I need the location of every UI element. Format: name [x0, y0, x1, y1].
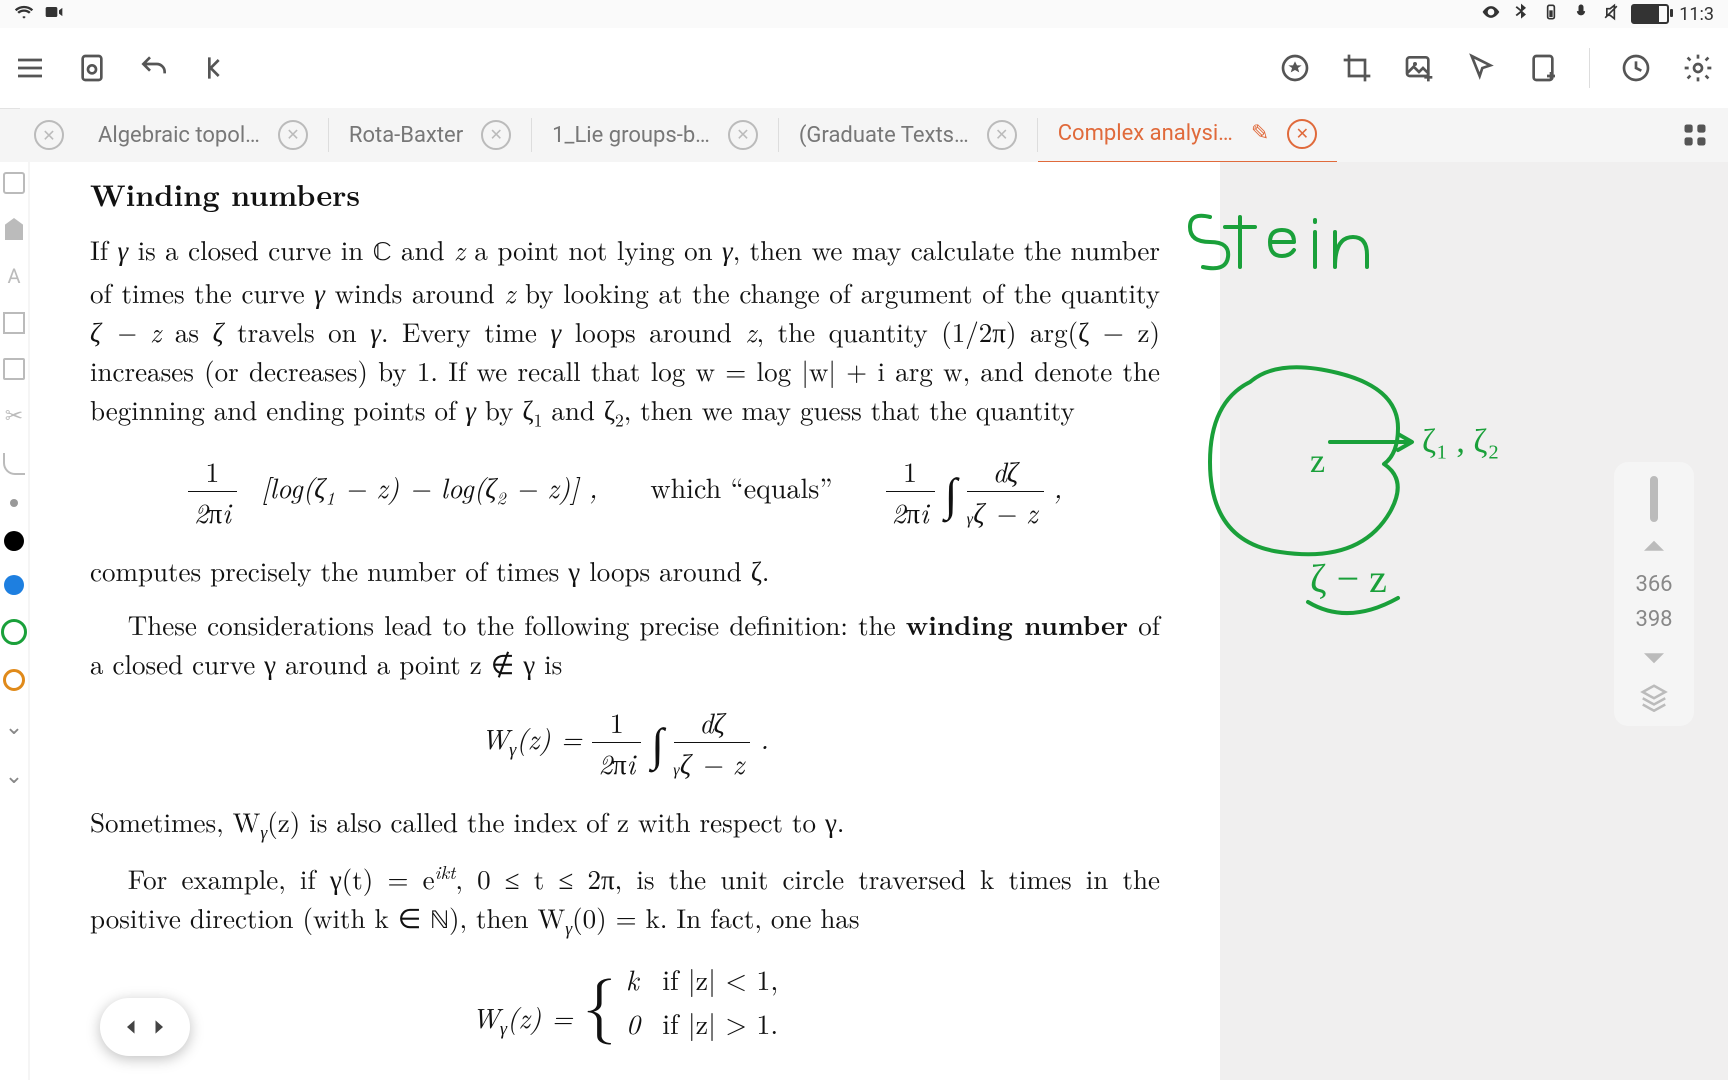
tool-item[interactable]	[3, 172, 25, 194]
color-orange[interactable]	[3, 669, 25, 691]
tab-label: Rota-Baxter	[349, 123, 463, 148]
tool-item[interactable]	[10, 499, 18, 507]
prev-page-icon[interactable]	[122, 1013, 142, 1041]
page-number-next: 398	[1635, 607, 1672, 632]
page-nav-pill[interactable]	[100, 998, 190, 1056]
paragraph: computes precisely the number of times γ…	[90, 551, 1160, 590]
close-icon[interactable]: ✕	[728, 120, 758, 150]
color-black[interactable]	[4, 531, 24, 551]
paragraph: These considerations lead to the followi…	[90, 604, 1160, 683]
tab-label: Complex analysi…	[1058, 121, 1233, 146]
crop-button[interactable]	[1335, 46, 1379, 90]
close-icon[interactable]: ✕	[278, 120, 308, 150]
chevron-up-icon[interactable]	[1639, 532, 1669, 562]
svg-text:ζ₁ , ζ₂: ζ₁ , ζ₂	[1422, 423, 1499, 460]
wifi-icon	[14, 2, 34, 27]
collapse-left-button[interactable]	[194, 46, 238, 90]
tab-label: Algebraic topol…	[98, 123, 260, 148]
battery-icon	[1631, 4, 1669, 24]
color-green-selected[interactable]	[1, 619, 27, 645]
tool-item[interactable]	[3, 312, 25, 334]
close-icon[interactable]: ✕	[1287, 119, 1317, 149]
display-equation-3: Wγ(z) = { kif |z| < 1, 0if |z| > 1.	[90, 959, 1160, 1044]
page-scroll-indicator[interactable]: 366 398	[1614, 462, 1694, 726]
status-bar: 11:3	[0, 0, 1728, 28]
tool-item[interactable]: ⌄	[5, 715, 23, 740]
tool-item[interactable]: A	[7, 264, 20, 288]
insert-image-button[interactable]	[1397, 46, 1441, 90]
layers-icon[interactable]	[1639, 682, 1669, 712]
scroll-thumb[interactable]	[1650, 476, 1658, 522]
tool-item[interactable]	[5, 218, 23, 240]
history-button[interactable]	[1614, 46, 1658, 90]
tab-label: (Graduate Texts…	[799, 123, 969, 148]
battery-small-icon	[1541, 2, 1561, 27]
toolbar-divider	[1589, 48, 1590, 88]
tab-graduate-texts[interactable]: (Graduate Texts… ✕	[779, 108, 1037, 162]
tool-item[interactable]: ✂	[5, 404, 23, 429]
top-toolbar	[0, 28, 1728, 109]
add-page-button[interactable]	[1521, 46, 1565, 90]
eye-icon	[1481, 2, 1501, 27]
chevron-down-icon[interactable]	[1639, 642, 1669, 672]
tab-rota-baxter[interactable]: Rota-Baxter ✕	[329, 108, 531, 162]
tool-item[interactable]: ⌄	[5, 764, 23, 789]
undo-button[interactable]	[132, 46, 176, 90]
pointer-button[interactable]	[1459, 46, 1503, 90]
tool-item[interactable]	[3, 358, 25, 380]
all-tabs-button[interactable]	[1678, 118, 1712, 152]
next-page-icon[interactable]	[148, 1013, 168, 1041]
export-button[interactable]	[70, 46, 114, 90]
menu-button[interactable]	[8, 46, 52, 90]
record-icon	[44, 2, 64, 27]
color-blue[interactable]	[4, 575, 24, 595]
mic-icon	[1571, 2, 1591, 27]
page-number-current: 366	[1635, 572, 1672, 597]
document-viewport[interactable]: Winding numbers If γ is a closed curve i…	[30, 162, 1728, 1080]
tab-lie-groups[interactable]: 1_Lie groups-b… ✕	[532, 108, 778, 162]
tab-strip: ✕ Algebraic topol… ✕ Rota-Baxter ✕ 1_Lie…	[20, 108, 1728, 162]
bluetooth-icon	[1511, 2, 1531, 27]
paragraph: If γ is a closed curve in ℂ and z a poin…	[90, 230, 1160, 433]
close-first-tab-icon[interactable]: ✕	[34, 120, 64, 150]
left-tool-rail: A ✂ ⌄ ⌄	[0, 162, 28, 1080]
paragraph: For example, if γ(t) = eikt, 0 ≤ t ≤ 2π,…	[90, 859, 1160, 941]
tab-label: 1_Lie groups-b…	[552, 123, 710, 148]
paragraph: Sometimes, Wγ(z) is also called the inde…	[90, 802, 1160, 845]
status-time: 11:3	[1679, 4, 1714, 25]
tab-complex-analysis[interactable]: Complex analysi… ✎ ✕	[1038, 107, 1338, 164]
display-equation-1: 12πi [log(ζ1 − z) − log(ζ2 − z)] , which…	[90, 451, 1160, 533]
pdf-page: Winding numbers If γ is a closed curve i…	[30, 162, 1220, 1080]
edit-icon: ✎	[1251, 121, 1269, 146]
display-equation-2: Wγ(z) = 12πi ∫γ dζζ − z .	[90, 702, 1160, 784]
tab-algebraic-topology[interactable]: Algebraic topol… ✕	[78, 108, 328, 162]
close-icon[interactable]: ✕	[481, 120, 511, 150]
settings-button[interactable]	[1676, 46, 1720, 90]
tool-item[interactable]	[3, 453, 25, 475]
mute-icon	[1601, 2, 1621, 27]
favorite-button[interactable]	[1273, 46, 1317, 90]
svg-text:ζ − z: ζ − z	[1310, 556, 1387, 601]
section-heading: Winding numbers	[90, 172, 1160, 216]
svg-text:z: z	[1310, 443, 1325, 480]
close-icon[interactable]: ✕	[987, 120, 1017, 150]
